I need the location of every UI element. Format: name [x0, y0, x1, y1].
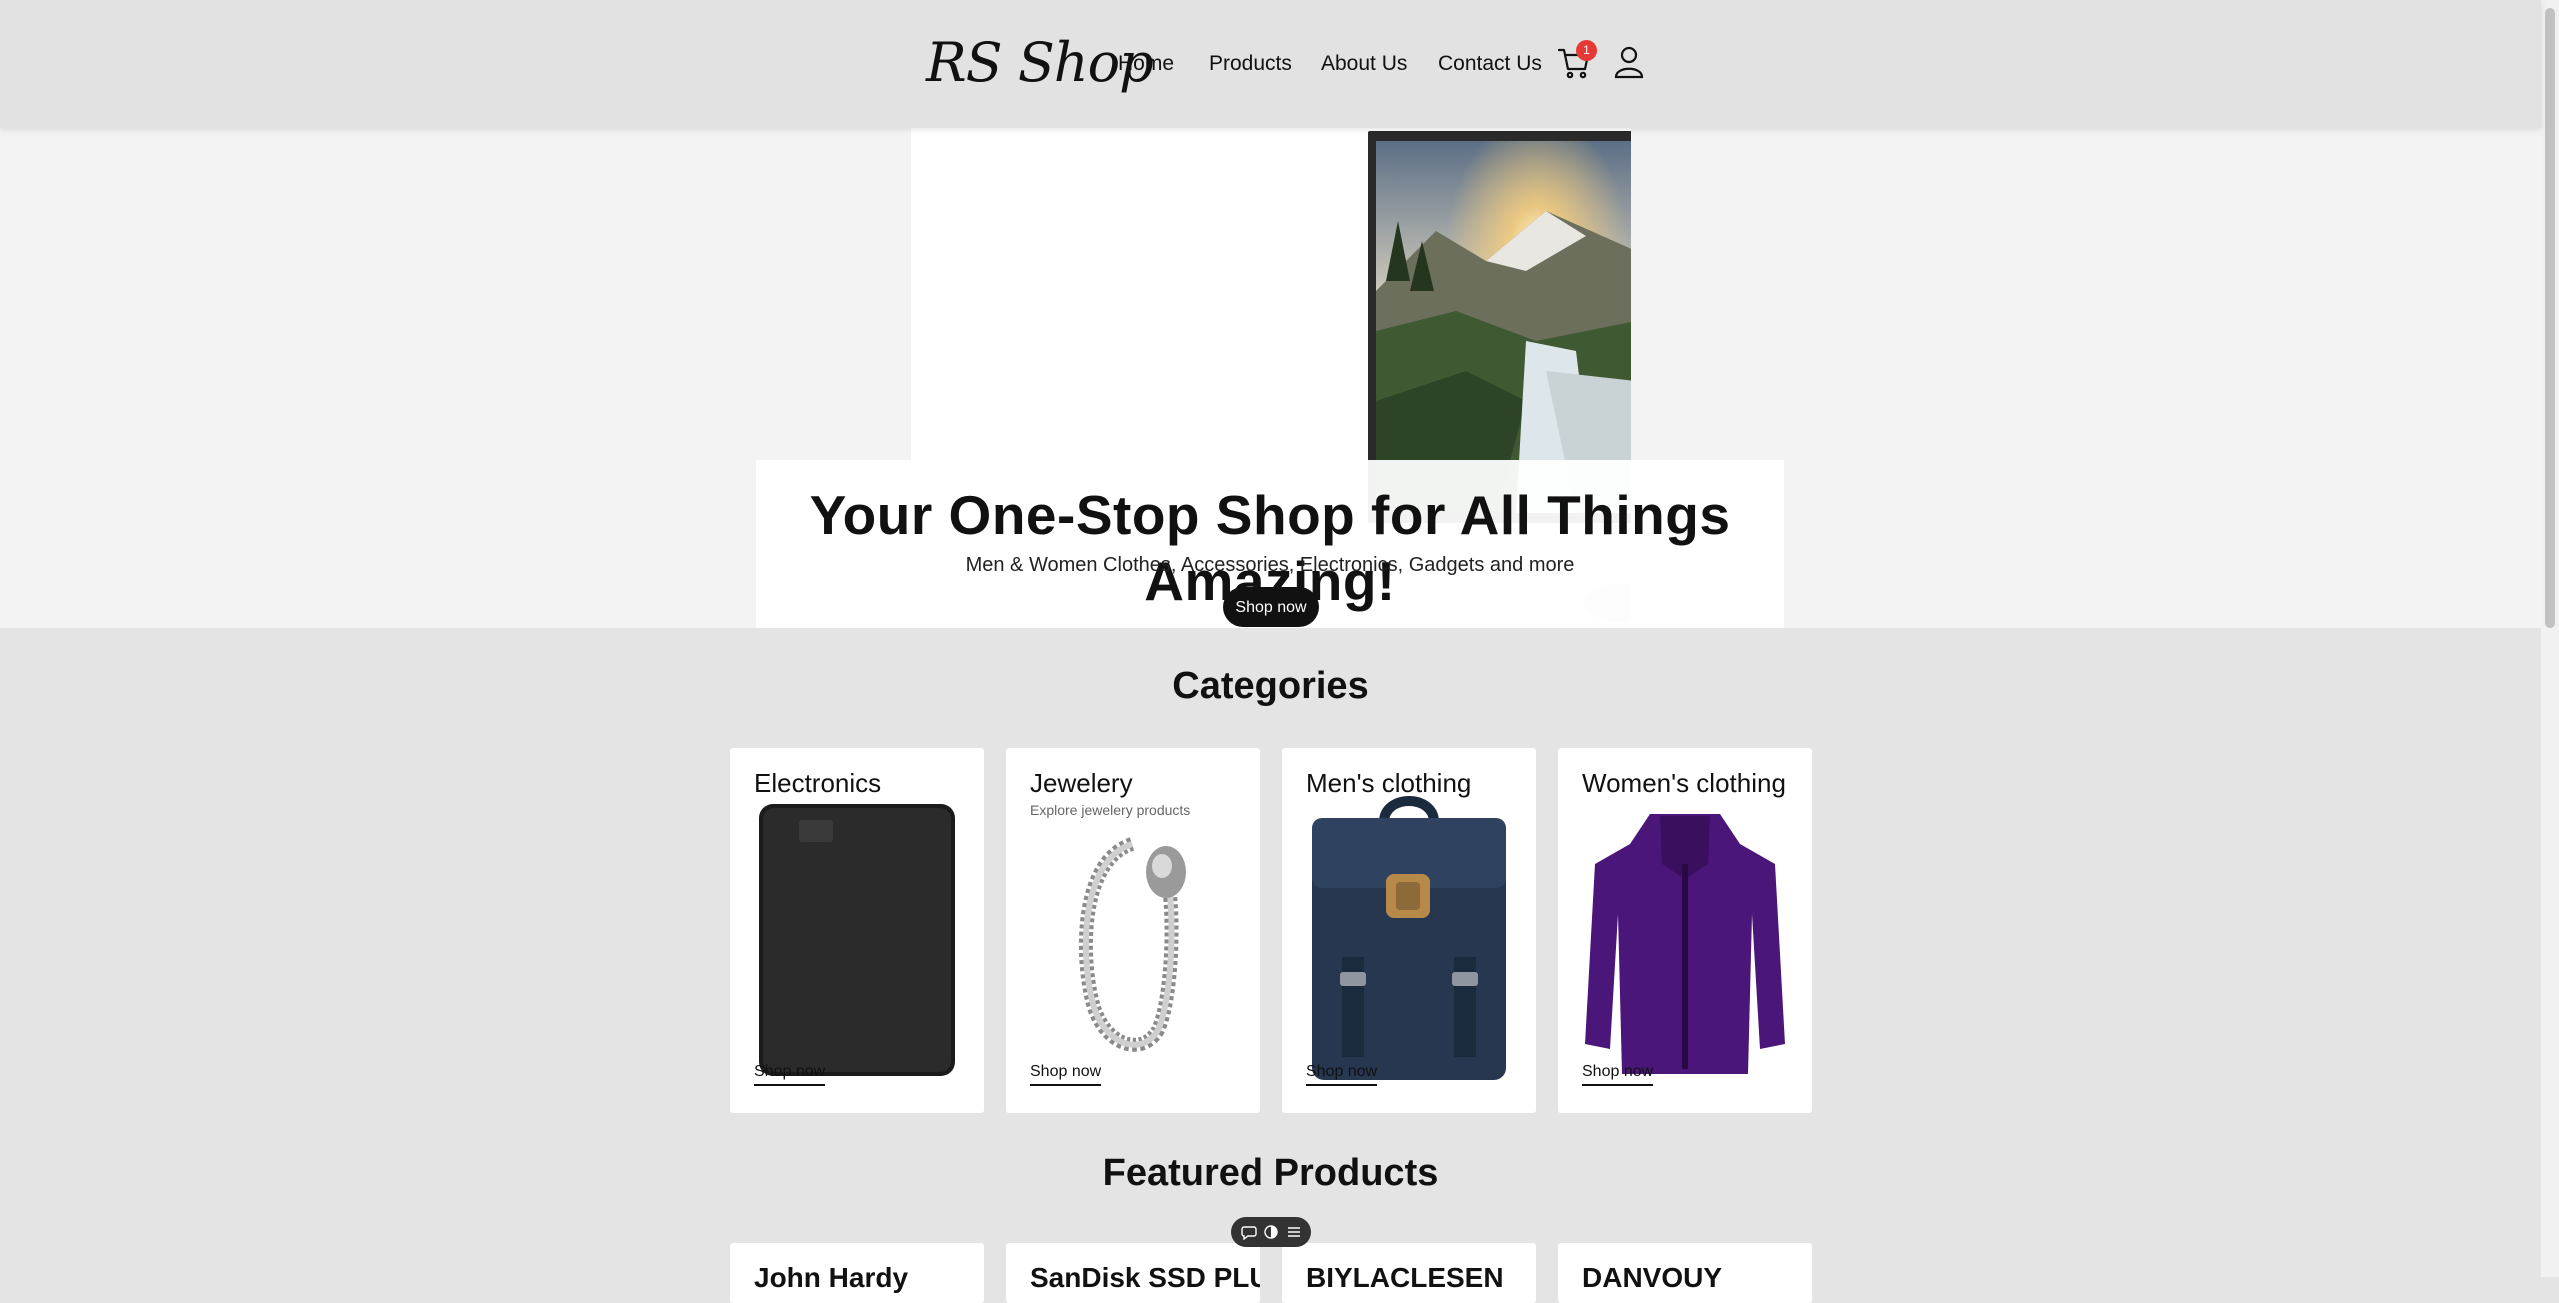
category-card-womens-clothing[interactable]: Women's clothing Shop now — [1558, 748, 1812, 1113]
floating-toolbar — [1231, 1217, 1311, 1247]
mens-clothing-product-image — [1312, 796, 1506, 1080]
nav-contact-link[interactable]: Contact Us — [1438, 48, 1542, 80]
cart-count-badge: 1 — [1576, 40, 1597, 61]
category-name: Jewelery — [1030, 768, 1133, 798]
hero-subtitle: Men & Women Clothes, Accessories, Electr… — [965, 554, 1575, 576]
featured-product-card[interactable]: John Hardy — [730, 1243, 984, 1303]
jewelery-product-image — [1078, 837, 1186, 1052]
scrollbar-thumb[interactable] — [2545, 8, 2555, 628]
category-shop-now-link[interactable]: Shop now — [1306, 1062, 1378, 1086]
category-description: Explore jewelery products — [1030, 802, 1191, 818]
electronics-product-image — [759, 804, 955, 1076]
list-icon[interactable] — [1286, 1224, 1302, 1240]
nav-products-link[interactable]: Products — [1209, 48, 1292, 80]
category-shop-now-link[interactable]: Shop now — [754, 1062, 826, 1086]
category-shop-now-link[interactable]: Shop now — [1582, 1062, 1654, 1086]
category-card-jewelery[interactable]: Jewelery Explore jewelery products Shop … — [1006, 748, 1260, 1113]
featured-products-heading: Featured Products — [1102, 1152, 1439, 1194]
categories-heading: Categories — [1172, 665, 1369, 707]
category-card-electronics[interactable]: Electronics Shop now — [730, 748, 984, 1113]
featured-product-card[interactable]: DANVOUY — [1558, 1243, 1812, 1303]
womens-clothing-product-image — [1585, 814, 1785, 1074]
category-shop-now-link[interactable]: Shop now — [1030, 1062, 1102, 1086]
nav-home-link[interactable]: Home — [1118, 48, 1174, 80]
site-header: RS Shop Home Products About Us Contact U… — [0, 0, 2541, 128]
featured-product-card[interactable]: BIYLACLESEN — [1282, 1243, 1536, 1303]
main-nav: Home Products About Us Contact Us — [0, 48, 2541, 80]
user-icon[interactable] — [1613, 44, 1645, 80]
toggle-icon[interactable] — [1263, 1224, 1279, 1240]
nav-about-link[interactable]: About Us — [1321, 48, 1407, 80]
category-name: Women's clothing — [1582, 768, 1786, 798]
page-scrollbar[interactable] — [2541, 0, 2559, 1277]
hero-shop-now-button[interactable]: Shop now — [1223, 587, 1319, 627]
product-title: SanDisk SSD PLUS — [1030, 1262, 1260, 1293]
chat-bubble-icon[interactable] — [1241, 1224, 1257, 1240]
product-title: John Hardy — [754, 1262, 909, 1293]
hero-banner: Your One-Stop Shop for All Things Amazin… — [0, 128, 2541, 628]
hero-text-panel: Your One-Stop Shop for All Things Amazin… — [756, 460, 1784, 628]
product-title: BIYLACLESEN — [1306, 1262, 1504, 1293]
featured-product-card[interactable]: SanDisk SSD PLUS — [1006, 1243, 1260, 1303]
category-name: Electronics — [754, 768, 882, 798]
category-card-mens-clothing[interactable]: Men's clothing Shop now — [1282, 748, 1536, 1113]
product-title: DANVOUY — [1582, 1262, 1723, 1293]
